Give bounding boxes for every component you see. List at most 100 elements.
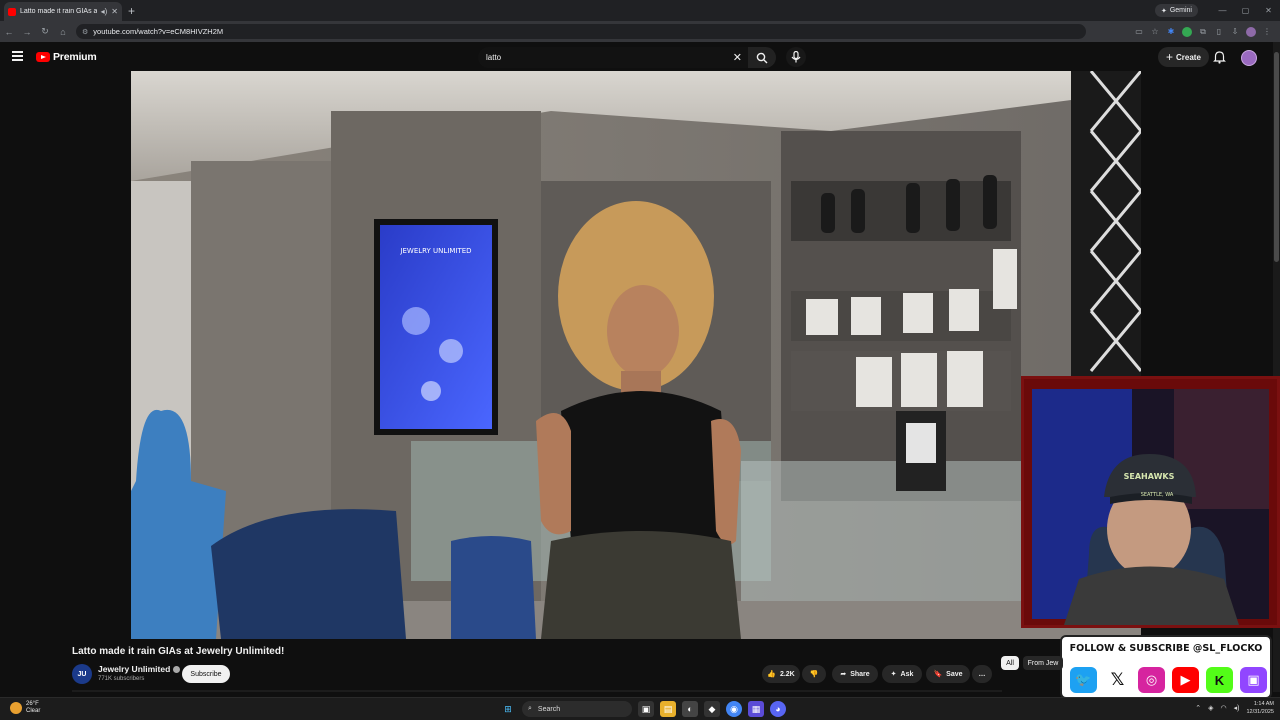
weather-temp: 26°F xyxy=(26,701,39,707)
clear-search-icon[interactable]: ✕ xyxy=(733,51,742,64)
gemini-label: Gemini xyxy=(1169,7,1192,14)
weather-widget[interactable]: 26°F Clear xyxy=(10,701,40,715)
thumbs-up-icon: 👍 xyxy=(767,671,776,678)
share-button[interactable]: ➦ Share xyxy=(832,665,878,683)
windows-taskbar: 26°F Clear ⊞ ⌕ Search ▣ ▤ ◐ ◆ ◉ ▦ ◕ ⌃ ◈ … xyxy=(0,697,1280,720)
channel-avatar[interactable]: JU xyxy=(72,664,92,684)
site-info-icon[interactable]: ⚙ xyxy=(82,28,88,36)
hat-text-1: SEAHAWKS xyxy=(1124,472,1175,481)
minimize-icon[interactable]: — xyxy=(1211,0,1234,21)
save-button[interactable]: 🔖 Save xyxy=(926,665,970,683)
create-button[interactable]: + Create xyxy=(1158,47,1209,67)
ask-label: Ask xyxy=(900,670,914,678)
discord-icon[interactable]: ◕ xyxy=(770,701,786,717)
search-icon xyxy=(756,52,768,63)
sparkle-ask-icon: ✦ xyxy=(890,671,897,678)
more-dots-icon: … xyxy=(978,670,986,678)
file-explorer-icon[interactable]: ▤ xyxy=(660,701,676,717)
notifications-bell-icon[interactable] xyxy=(1213,50,1226,64)
tab-title: Latto made it rain GIAs at J xyxy=(20,8,97,15)
chip-all[interactable]: All xyxy=(1001,656,1019,670)
clock-date: 12/31/2025 xyxy=(1246,709,1274,715)
instagram-icon: ◎ xyxy=(1138,667,1165,693)
menu-icon[interactable] xyxy=(12,51,23,61)
close-tab-icon[interactable]: ✕ xyxy=(111,7,118,16)
like-button[interactable]: 👍 2.2K xyxy=(762,665,800,683)
network-icon[interactable]: ◠ xyxy=(1221,704,1227,712)
dislike-button[interactable]: 👎 xyxy=(802,665,826,683)
chip-from-channel[interactable]: From Jew xyxy=(1023,656,1063,670)
windows-start-icon[interactable]: ⊞ xyxy=(500,701,516,717)
forward-icon[interactable]: → xyxy=(18,27,36,37)
gemini-button[interactable]: ✦ Gemini xyxy=(1154,4,1198,17)
youtube-play-icon xyxy=(36,52,50,62)
app-icon-2[interactable]: ◆ xyxy=(704,701,720,717)
subscribe-button[interactable]: Subscribe xyxy=(182,665,230,683)
twitter-icon: 🐦 xyxy=(1070,667,1097,693)
subscriber-count: 771K subscribers xyxy=(98,676,145,682)
more-actions-button[interactable]: … xyxy=(972,665,992,683)
share-label: Share xyxy=(850,670,870,678)
search-button[interactable] xyxy=(748,47,776,68)
video-player[interactable]: JEWELRY UNLIMITED xyxy=(131,71,1141,639)
system-tray: ⌃ ◈ ◠ ◂) 1:14 AM 12/31/2025 xyxy=(1195,700,1274,716)
youtube-icon: ▶ xyxy=(1172,667,1199,693)
search-value: latto xyxy=(486,53,502,62)
close-window-icon[interactable]: ✕ xyxy=(1257,0,1280,21)
extension-blue-icon[interactable]: ✱ xyxy=(1166,27,1176,37)
webcam-frame: SEAHAWKS SEATTLE, WA xyxy=(1032,389,1269,625)
tray-app-icon[interactable]: ◈ xyxy=(1208,704,1213,712)
app-icon-1[interactable]: ◐ xyxy=(682,701,698,717)
video-frame: JEWELRY UNLIMITED xyxy=(131,71,1141,639)
cast-icon[interactable]: ▭ xyxy=(1134,27,1144,37)
chrome-icon[interactable]: ◉ xyxy=(726,701,742,717)
menu-dots-icon[interactable]: ⋮ xyxy=(1262,27,1272,37)
social-follow-banner: FOLLOW & SUBSCRIBE @SL_FLOCKO 🐦 𝕏 ◎ ▶ K … xyxy=(1060,635,1272,699)
sparkle-icon: ✦ xyxy=(1160,7,1167,15)
extensions-puzzle-icon[interactable]: ⧉ xyxy=(1198,27,1208,37)
window-controls: — ▢ ✕ xyxy=(1211,0,1280,21)
taskbar-search[interactable]: ⌕ Search xyxy=(522,701,632,717)
browser-tab[interactable]: Latto made it rain GIAs at J ◂) ✕ xyxy=(4,2,122,21)
bookmark-icon: 🔖 xyxy=(933,671,943,678)
plus-icon: + xyxy=(1166,50,1174,64)
weather-icon xyxy=(10,702,22,714)
x-icon: 𝕏 xyxy=(1104,667,1131,693)
reload-icon[interactable]: ↻ xyxy=(36,26,54,37)
extension-green-icon[interactable] xyxy=(1182,26,1192,37)
back-icon[interactable]: ← xyxy=(0,27,18,37)
taskbar-apps: ⊞ ⌕ Search ▣ ▤ ◐ ◆ ◉ ▦ ◕ xyxy=(500,701,786,717)
streamer-webcam-overlay: SEAHAWKS SEATTLE, WA xyxy=(1021,376,1280,628)
search-input[interactable]: latto ✕ xyxy=(478,47,748,68)
voice-search-button[interactable] xyxy=(786,47,806,67)
download-icon[interactable]: ⇩ xyxy=(1230,27,1240,37)
video-title: Latto made it rain GIAs at Jewelry Unlim… xyxy=(72,646,285,657)
browser-tab-bar: Latto made it rain GIAs at J ◂) ✕ + ✦ Ge… xyxy=(0,0,1280,21)
youtube-logo[interactable]: Premium xyxy=(36,51,97,63)
extensions-area: ▭ ☆ ✱ ⧉ ▯ ⇩ ⋮ xyxy=(1134,26,1272,37)
follow-text: FOLLOW & SUBSCRIBE @SL_FLOCKO xyxy=(1069,643,1263,654)
sidepanel-icon[interactable]: ▯ xyxy=(1214,27,1224,37)
maximize-icon[interactable]: ▢ xyxy=(1234,0,1257,21)
kick-icon: K xyxy=(1206,667,1233,693)
bookmark-star-icon[interactable]: ☆ xyxy=(1150,27,1160,37)
channel-name[interactable]: Jewelry Unlimited xyxy=(98,664,181,674)
page-scrollbar-thumb[interactable] xyxy=(1274,52,1279,262)
task-view-icon[interactable]: ▣ xyxy=(638,701,654,717)
taskbar-search-icon: ⌕ xyxy=(528,705,532,712)
home-icon[interactable]: ⌂ xyxy=(54,27,72,37)
youtube-header: Premium latto ✕ + Create xyxy=(0,42,1280,72)
app-icon-3[interactable]: ▦ xyxy=(748,701,764,717)
user-avatar[interactable] xyxy=(1241,50,1257,66)
ask-button[interactable]: ✦ Ask xyxy=(882,665,922,683)
profile-avatar-icon[interactable] xyxy=(1246,26,1256,37)
thumbs-down-icon: 👎 xyxy=(809,671,819,678)
twitch-icon: ▣ xyxy=(1240,667,1267,693)
save-label: Save xyxy=(946,670,963,678)
tray-chevron-icon[interactable]: ⌃ xyxy=(1195,704,1201,712)
volume-icon[interactable]: ◂) xyxy=(1234,704,1240,712)
clock[interactable]: 1:14 AM 12/31/2025 xyxy=(1246,700,1274,716)
new-tab-button[interactable]: + xyxy=(128,4,135,18)
speaker-icon[interactable]: ◂) xyxy=(101,7,108,16)
url-field[interactable]: ⚙ youtube.com/watch?v=eCM8HIVZH2M xyxy=(76,24,1086,39)
